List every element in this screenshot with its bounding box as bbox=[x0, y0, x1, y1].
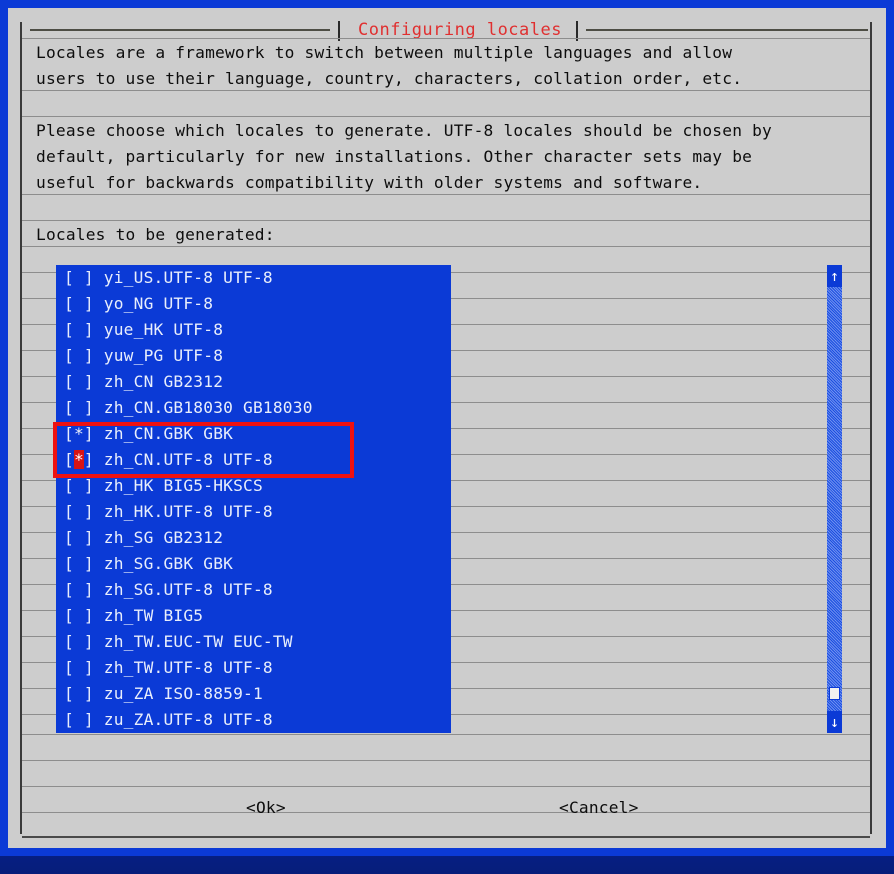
locale-checklist[interactable]: [ ] yi_US.UTF-8 UTF-8[ ] yo_NG UTF-8[ ] … bbox=[56, 265, 451, 733]
ok-button[interactable]: <Ok> bbox=[246, 796, 286, 820]
checkbox-checked-icon[interactable]: [*] bbox=[64, 424, 94, 443]
checkbox-unchecked-icon[interactable]: [ ] bbox=[64, 320, 94, 339]
list-cursor-highlight: * bbox=[73, 450, 84, 469]
row-separator bbox=[22, 116, 870, 117]
scrollbar-thumb[interactable] bbox=[829, 687, 840, 700]
locale-list-item-label: zh_TW.EUC-TW EUC-TW bbox=[93, 632, 293, 651]
checkbox-unchecked-icon[interactable]: [ ] bbox=[64, 580, 94, 599]
locale-list-item-label: zu_ZA.UTF-8 UTF-8 bbox=[93, 710, 273, 729]
intro-text-line-1: Locales are a framework to switch betwee… bbox=[36, 43, 733, 62]
locale-list-item-label: zh_CN.GBK GBK bbox=[93, 424, 234, 443]
locale-list-item[interactable]: [ ] zh_TW.EUC-TW EUC-TW bbox=[56, 629, 451, 655]
checkbox-unchecked-icon[interactable]: [ ] bbox=[64, 606, 94, 625]
locale-list-item[interactable]: [ ] yue_HK UTF-8 bbox=[56, 317, 451, 343]
locale-list-item-label: zh_CN.UTF-8 UTF-8 bbox=[93, 450, 273, 469]
page-title: Configuring locales bbox=[358, 20, 562, 40]
checkbox-unchecked-icon[interactable]: [ ] bbox=[64, 372, 94, 391]
locale-list-item-label: zh_HK BIG5-HKSCS bbox=[93, 476, 263, 495]
locale-list-item[interactable]: [ ] zu_ZA.UTF-8 UTF-8 bbox=[56, 707, 451, 733]
titlebar-tick-right bbox=[576, 21, 578, 41]
locale-list-item-label: zh_SG.UTF-8 UTF-8 bbox=[93, 580, 273, 599]
locale-list-item-label: yuw_PG UTF-8 bbox=[93, 346, 224, 365]
locale-list-item[interactable]: [ ] zh_HK BIG5-HKSCS bbox=[56, 473, 451, 499]
locale-list-item[interactable]: [ ] zh_CN.GB18030 GB18030 bbox=[56, 395, 451, 421]
checkbox-unchecked-icon[interactable]: [ ] bbox=[64, 398, 94, 417]
locale-list-item-label: zu_ZA ISO-8859-1 bbox=[93, 684, 263, 703]
locale-list-item-label: zh_SG GB2312 bbox=[93, 528, 224, 547]
locale-list-item-label: zh_CN.GB18030 GB18030 bbox=[93, 398, 313, 417]
instruction-text-line-3: useful for backwards compatibility with … bbox=[36, 173, 703, 192]
locale-list-item[interactable]: [ ] yo_NG UTF-8 bbox=[56, 291, 451, 317]
scroll-down-arrow-icon[interactable]: ↓ bbox=[827, 711, 842, 733]
locale-list-scrollbar[interactable]: ↑ ↓ bbox=[827, 265, 842, 733]
intro-text-line-2: users to use their language, country, ch… bbox=[36, 69, 743, 88]
checkbox-unchecked-icon[interactable]: [ ] bbox=[64, 554, 94, 573]
titlebar-rule-right bbox=[586, 29, 868, 31]
locale-list-item[interactable]: [ ] zh_TW.UTF-8 UTF-8 bbox=[56, 655, 451, 681]
locale-list-item-label: zh_HK.UTF-8 UTF-8 bbox=[93, 502, 273, 521]
row-separator bbox=[22, 812, 870, 813]
row-separator bbox=[22, 220, 870, 221]
scroll-up-arrow-icon[interactable]: ↑ bbox=[827, 265, 842, 287]
locale-list-item-label: zh_TW.UTF-8 UTF-8 bbox=[93, 658, 273, 677]
locale-list-item[interactable]: [ ] zh_TW BIG5 bbox=[56, 603, 451, 629]
locale-list-item[interactable]: [ ] zh_SG GB2312 bbox=[56, 525, 451, 551]
instruction-text-line-2: default, particularly for new installati… bbox=[36, 147, 753, 166]
locale-list-item[interactable]: [ ] zh_HK.UTF-8 UTF-8 bbox=[56, 499, 451, 525]
locale-list-item[interactable]: [ ] zh_SG.UTF-8 UTF-8 bbox=[56, 577, 451, 603]
checkbox-unchecked-icon[interactable]: [ ] bbox=[64, 294, 94, 313]
checkbox-unchecked-icon[interactable]: [ ] bbox=[64, 684, 94, 703]
locale-list-item-label: zh_TW BIG5 bbox=[93, 606, 204, 625]
row-separator bbox=[22, 734, 870, 735]
locale-list-item[interactable]: [ ] yi_US.UTF-8 UTF-8 bbox=[56, 265, 451, 291]
checkbox-unchecked-icon[interactable]: [ ] bbox=[64, 632, 94, 651]
dialog-titlebar: Configuring locales bbox=[20, 16, 874, 41]
checkbox-unchecked-icon[interactable]: [ ] bbox=[64, 476, 94, 495]
locale-list-item-label: zh_CN GB2312 bbox=[93, 372, 224, 391]
locale-list-item[interactable]: [*] zh_CN.UTF-8 UTF-8 bbox=[56, 447, 451, 473]
locale-list-item[interactable]: [ ] zh_SG.GBK GBK bbox=[56, 551, 451, 577]
checkbox-unchecked-icon[interactable]: [ ] bbox=[64, 502, 94, 521]
locale-list-item-label: yo_NG UTF-8 bbox=[93, 294, 214, 313]
checkbox-checked-icon[interactable]: [*] bbox=[64, 450, 94, 469]
checkbox-unchecked-icon[interactable]: [ ] bbox=[64, 710, 94, 729]
locale-list-item[interactable]: [ ] zu_ZA ISO-8859-1 bbox=[56, 681, 451, 707]
cancel-button[interactable]: <Cancel> bbox=[559, 796, 639, 820]
locale-list-item[interactable]: [*] zh_CN.GBK GBK bbox=[56, 421, 451, 447]
locale-list-item-label: zh_SG.GBK GBK bbox=[93, 554, 234, 573]
list-label: Locales to be generated: bbox=[36, 225, 275, 244]
checkbox-unchecked-icon[interactable]: [ ] bbox=[64, 528, 94, 547]
titlebar-rule-left bbox=[30, 29, 330, 31]
checkbox-unchecked-icon[interactable]: [ ] bbox=[64, 346, 94, 365]
locale-list-item-label: yi_US.UTF-8 UTF-8 bbox=[93, 268, 273, 287]
locale-list-item[interactable]: [ ] zh_CN GB2312 bbox=[56, 369, 451, 395]
checkbox-unchecked-icon[interactable]: [ ] bbox=[64, 658, 94, 677]
row-separator bbox=[22, 760, 870, 761]
checkbox-unchecked-icon[interactable]: [ ] bbox=[64, 268, 94, 287]
titlebar-tick-left bbox=[338, 21, 340, 41]
row-separator bbox=[22, 786, 870, 787]
terminal-desktop-background: Configuring locales Locales are a framew… bbox=[0, 0, 894, 874]
locale-list-item[interactable]: [ ] yuw_PG UTF-8 bbox=[56, 343, 451, 369]
instruction-text-line-1: Please choose which locales to generate.… bbox=[36, 121, 772, 140]
locale-list-item-label: yue_HK UTF-8 bbox=[93, 320, 224, 339]
dialog-bottom-rule bbox=[22, 836, 870, 838]
